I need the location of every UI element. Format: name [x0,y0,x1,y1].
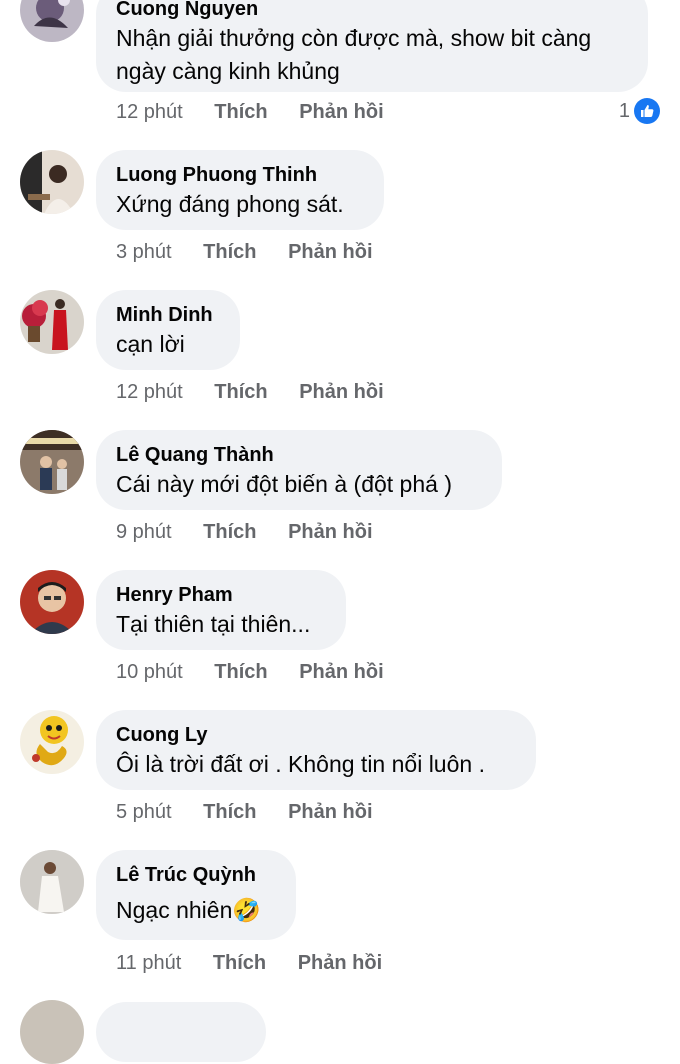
comment-author[interactable]: Lê Quang Thành [116,442,482,468]
comment-author[interactable]: Minh Dinh [116,302,220,328]
reaction-summary[interactable]: 1 [619,98,660,124]
comment-actions: 10 phút Thích Phản hồi [116,659,384,685]
reply-button[interactable]: Phản hồi [288,801,372,823]
comment-text: cạn lời [116,331,185,357]
avatar[interactable] [20,430,84,494]
comment-item: Cuong Nguyen Nhận giải thưởng còn được m… [0,0,680,140]
comment-time[interactable]: 12 phút [116,101,183,123]
like-button[interactable]: Thích [203,801,256,823]
avatar[interactable] [20,710,84,774]
comment-partial-bottom [0,1000,680,1064]
avatar[interactable] [20,0,84,42]
comment-time[interactable]: 11 phút [116,952,181,974]
avatar[interactable] [20,150,84,214]
comment-bubble [96,1002,266,1062]
avatar-image [20,850,84,914]
comment-time[interactable]: 5 phút [116,801,172,823]
comment-item: Minh Dinh cạn lời 12 phút Thích Phản hồi [0,280,680,420]
comment-bubble: Luong Phuong Thinh Xứng đáng phong sát. [96,150,384,230]
comment-actions: 5 phút Thích Phản hồi [116,799,373,825]
comment-text: Xứng đáng phong sát. [116,191,344,217]
comment-text: Nhận giải thưởng còn được mà, show bit c… [116,25,592,84]
comment-text: Cái này mới đột biến à (đột phá ) [116,471,452,497]
like-button[interactable]: Thích [214,381,267,403]
avatar-image [20,290,84,354]
reply-button[interactable]: Phản hồi [299,381,383,403]
comment-bubble: Minh Dinh cạn lời [96,290,240,370]
avatar[interactable] [20,1000,84,1064]
reply-button[interactable]: Phản hồi [288,521,372,543]
comment-item: Cuong Ly Ôi là trời đất ơi . Không tin n… [0,700,680,840]
avatar[interactable] [20,290,84,354]
comment-author[interactable]: Cuong Ly [116,722,516,748]
comment-time[interactable]: 12 phút [116,381,183,403]
comment-time[interactable]: 9 phút [116,521,172,543]
comment-actions: 12 phút Thích Phản hồi [116,99,384,125]
comment-item: Henry Pham Tại thiên tại thiên... 10 phú… [0,560,680,700]
avatar[interactable] [20,570,84,634]
reply-button[interactable]: Phản hồi [299,661,383,683]
like-icon [634,98,660,124]
reply-button[interactable]: Phản hồi [288,241,372,263]
like-button[interactable]: Thích [214,101,267,123]
comment-time[interactable]: 10 phút [116,661,183,683]
comment-bubble: Cuong Nguyen Nhận giải thưởng còn được m… [96,0,648,92]
reply-button[interactable]: Phản hồi [298,952,382,974]
comment-bubble: Cuong Ly Ôi là trời đất ơi . Không tin n… [96,710,536,790]
comment-bubble: Henry Pham Tại thiên tại thiên... [96,570,346,650]
avatar-image [20,0,84,42]
comment-author[interactable]: Luong Phuong Thinh [116,162,364,188]
comment-text: Tại thiên tại thiên... [116,611,311,637]
avatar-image [20,430,84,494]
avatar[interactable] [20,850,84,914]
avatar-image [20,570,84,634]
comment-bubble: Lê Trúc Quỳnh Ngạc nhiên🤣 [96,850,296,940]
comment-item: Lê Trúc Quỳnh Ngạc nhiên🤣 11 phút Thích … [0,840,680,990]
reaction-count: 1 [618,100,630,122]
comment-bubble: Lê Quang Thành Cái này mới đột biến à (đ… [96,430,502,510]
comment-text: Ngạc nhiên🤣 [116,897,261,923]
comment-actions: 3 phút Thích Phản hồi [116,239,373,265]
like-button[interactable]: Thích [213,952,266,974]
like-button[interactable]: Thích [203,521,256,543]
comment-actions: 9 phút Thích Phản hồi [116,519,373,545]
comment-author[interactable]: Lê Trúc Quỳnh [116,862,276,888]
avatar-image [20,710,84,774]
comment-author[interactable]: Henry Pham [116,582,326,608]
comment-actions: 12 phút Thích Phản hồi [116,379,384,405]
reply-button[interactable]: Phản hồi [299,101,383,123]
avatar-image [20,150,84,214]
comment-item: Luong Phuong Thinh Xứng đáng phong sát. … [0,140,680,280]
comment-item: Lê Quang Thành Cái này mới đột biến à (đ… [0,420,680,560]
comment-text: Ôi là trời đất ơi . Không tin nổi luôn . [116,751,485,777]
like-button[interactable]: Thích [203,241,256,263]
comment-time[interactable]: 3 phút [116,241,172,263]
like-button[interactable]: Thích [214,661,267,683]
comment-author[interactable]: Cuong Nguyen [116,0,628,22]
comment-actions: 11 phút Thích Phản hồi [116,950,382,976]
